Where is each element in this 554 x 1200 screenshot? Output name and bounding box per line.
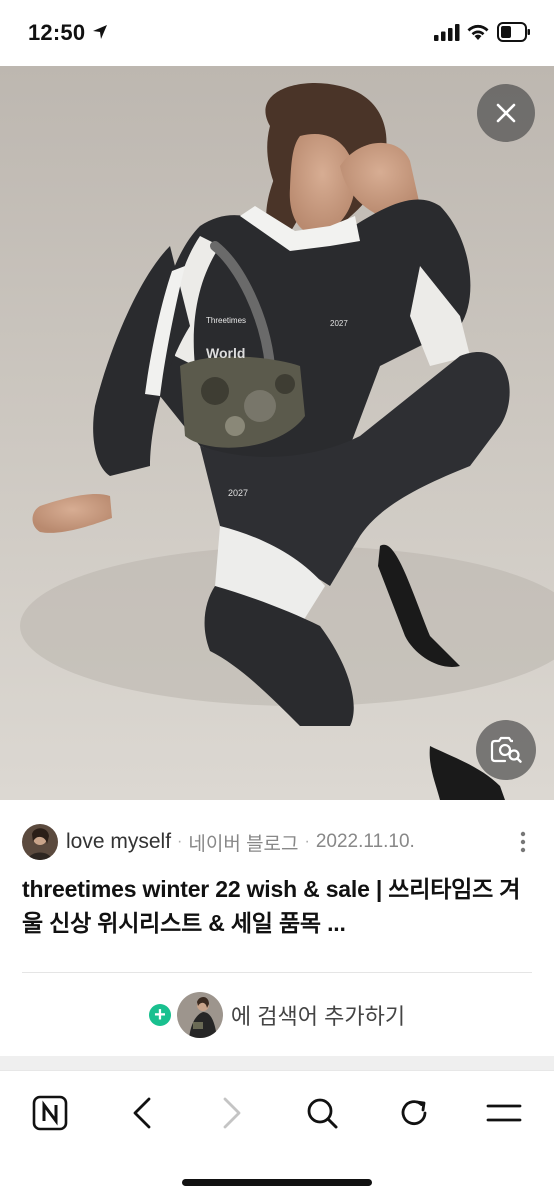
- fashion-photo: Threetimes World 2027 2027: [0, 66, 554, 800]
- search-icon: [307, 1098, 338, 1129]
- location-arrow-icon: [93, 25, 107, 39]
- print-year-pants: 2027: [228, 488, 248, 498]
- visual-search-icon: [490, 736, 522, 763]
- plus-icon: +: [148, 1004, 171, 1026]
- add-search-term-label: 에 검색어 추가하기: [230, 1004, 406, 1029]
- divider: [22, 972, 532, 973]
- home-indicator: [182, 1179, 372, 1186]
- print-year-top: 2027: [330, 319, 348, 328]
- forward-button[interactable]: [212, 1093, 252, 1133]
- cellular-signal-icon: [434, 24, 460, 41]
- section-separator: [0, 1056, 554, 1070]
- separator-dot: ·: [304, 833, 310, 850]
- browser-toolbar: [0, 1070, 554, 1200]
- print-front: Threetimes: [206, 316, 246, 325]
- more-options-icon[interactable]: [520, 830, 526, 854]
- status-bar: 12:50: [0, 0, 554, 66]
- separator-dot: ·: [177, 833, 183, 850]
- result-title[interactable]: threetimes winter 22 wish & sale | 쓰리타임즈…: [22, 872, 534, 940]
- search-button[interactable]: [302, 1093, 342, 1133]
- refresh-button[interactable]: [394, 1093, 434, 1133]
- naver-home-button[interactable]: [30, 1093, 70, 1133]
- visual-search-button[interactable]: [476, 720, 536, 780]
- close-button[interactable]: [477, 84, 535, 142]
- author-name[interactable]: love myself: [66, 830, 171, 854]
- wifi-icon: [467, 24, 489, 40]
- back-button[interactable]: [122, 1093, 162, 1133]
- author-avatar[interactable]: [22, 824, 58, 860]
- print-sleeve: World: [206, 345, 245, 361]
- image-thumbnail: [176, 992, 223, 1038]
- menu-icon: [486, 1104, 522, 1122]
- status-time: 12:50: [28, 20, 86, 45]
- menu-button[interactable]: [484, 1093, 524, 1133]
- add-search-term-button[interactable]: + 에 검색어 추가하기: [0, 990, 554, 1040]
- battery-icon: [497, 22, 530, 42]
- refresh-icon: [401, 1100, 427, 1126]
- back-icon: [133, 1097, 151, 1129]
- result-meta: love myself · 네이버 블로그 · 2022.11.10.: [22, 824, 532, 860]
- post-date: 2022.11.10.: [315, 831, 415, 852]
- close-icon: [496, 103, 516, 123]
- naver-home-icon: [32, 1095, 68, 1131]
- source-name: 네이버 블로그: [188, 833, 299, 855]
- result-image[interactable]: Threetimes World 2027 2027: [0, 66, 554, 800]
- forward-icon: [223, 1097, 241, 1129]
